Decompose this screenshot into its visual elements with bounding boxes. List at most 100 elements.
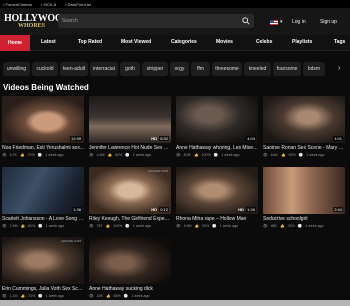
nav-item-latest[interactable]: Latest: [41, 39, 56, 45]
site-logo[interactable]: HOLLYWOOD WHORES: [4, 12, 70, 32]
video-rating: 92%: [288, 153, 296, 157]
video-title[interactable]: Scarlett Johansson - A Love Song for...: [2, 216, 84, 222]
clock-icon: 🕓: [125, 224, 130, 228]
top-link[interactable]: • DarkPornList: [65, 2, 91, 7]
video-thumbnail[interactable]: 12:39: [2, 96, 84, 143]
video-thumbnail[interactable]: 1:36: [2, 167, 84, 214]
video-rating: 100%: [113, 224, 123, 228]
eye-icon: 👁: [176, 224, 181, 228]
tag-chip[interactable]: teen-adult: [60, 62, 88, 76]
eye-icon: 👁: [89, 153, 94, 157]
video-title[interactable]: Jennifer Lawrence Hot Nude Sex Scenes: [89, 145, 171, 151]
us-flag-icon: [270, 19, 278, 25]
tag-chip[interactable]: ffm: [191, 62, 210, 76]
video-thumbnail[interactable]: HD 1:26: [176, 167, 258, 214]
tag-chip[interactable]: foursome: [273, 62, 301, 76]
video-age: 1 week ago: [131, 294, 150, 298]
video-card[interactable]: AZNUDE.COM Erin Cummings, Julia Voth Sex…: [2, 237, 84, 298]
video-duration: 8:32: [159, 136, 169, 141]
tag-chip[interactable]: orgy: [170, 62, 189, 76]
video-card[interactable]: 12:39 Noa Friedman, Esti Yerushalmi sex.…: [2, 96, 84, 157]
nav-item-movies[interactable]: Movies: [216, 39, 233, 45]
video-title[interactable]: Rhona Mitra rape – Hollow Man: [176, 216, 258, 222]
signup-link[interactable]: Sign up: [320, 19, 337, 25]
video-thumbnail[interactable]: 4:04: [176, 96, 258, 143]
video-duration: 4:04: [246, 136, 256, 141]
language-selector[interactable]: ▾: [270, 19, 283, 25]
footer-strip: [0, 300, 350, 306]
clock-icon: 🕓: [212, 224, 217, 228]
video-thumbnail[interactable]: HD 8:32: [89, 96, 171, 143]
clock-icon: 🕓: [298, 153, 304, 157]
tag-chip[interactable]: cuckold: [32, 62, 58, 76]
login-link[interactable]: Log in: [292, 19, 306, 25]
video-thumbnail[interactable]: 1:01: [263, 96, 345, 143]
tag-chip[interactable]: interracial: [90, 62, 118, 76]
video-title[interactable]: Erin Cummings, Julia Voth Sex Scene i...: [2, 286, 84, 292]
thumbnail-watermark: AZNUDE.COM: [147, 169, 168, 173]
video-card[interactable]: 1:01 Saoirse Ronan Sex Scene - Mary Quee…: [263, 96, 345, 157]
video-rating: 76%: [287, 224, 295, 228]
video-title[interactable]: Anne Hathaway sucking dick: [89, 286, 171, 292]
tag-chip[interactable]: unwilling: [3, 62, 30, 76]
video-title[interactable]: Riley Keough, The Girlfriend Experience: [89, 216, 171, 222]
video-meta: 👁 787 👍 100% 🕓 1 week ago: [89, 224, 171, 228]
video-card[interactable]: AZNUDE.COM HD 0:12 Riley Keough, The Gir…: [89, 167, 171, 228]
video-duration: 1:01: [333, 136, 343, 141]
nav-item-tags[interactable]: Tags: [334, 39, 345, 45]
video-title[interactable]: Anne Hathaway whoring, Les Miserables: [176, 145, 258, 151]
thumbs-up-icon: 👍: [20, 224, 26, 228]
video-age: 1 week ago: [45, 153, 64, 157]
top-link[interactable]: • SICK-8: [41, 2, 56, 7]
video-title[interactable]: Saoirse Ronan Sex Scene - Mary Queen...: [263, 145, 345, 151]
video-card[interactable]: Anne Hathaway sucking dick 👁 22K 👍 66% 🕓 1 …: [89, 237, 171, 298]
logo-subtext: WHORES: [18, 22, 46, 29]
video-thumbnail[interactable]: AZNUDE.COM: [2, 237, 84, 284]
search-input[interactable]: [62, 18, 232, 24]
video-meta: 👁 4.9M 👍 93% 🕓 1 week ago: [176, 224, 258, 228]
tag-chip[interactable]: stripper: [142, 62, 168, 76]
eye-icon: 👁: [89, 224, 94, 228]
video-rating: 93%: [202, 224, 210, 228]
chevron-down-icon: ▾: [280, 19, 283, 25]
video-age: 1 week ago: [306, 153, 325, 157]
nav-item-top-rated[interactable]: Top Rated: [78, 39, 102, 45]
video-age: 1 week ago: [132, 224, 152, 228]
video-views: 787: [96, 224, 103, 228]
tag-chip[interactable]: goth: [120, 62, 140, 76]
video-meta: 👁 1.9M 👍 81% 🕓 1 week ago: [2, 224, 84, 228]
video-views: 4.4M: [96, 153, 105, 157]
eye-icon: 👁: [263, 224, 268, 228]
video-thumbnail[interactable]: AZNUDE.COM HD 0:12: [89, 167, 171, 214]
top-links-bar: • ForcedCinema • SICK-8 • DarkPornList: [0, 0, 350, 8]
search-icon[interactable]: [242, 17, 250, 25]
site-header: HOLLYWOOD WHORES ▾ Log in Sign up: [0, 8, 350, 35]
nav-item-most-viewed[interactable]: Most Viewed: [121, 39, 151, 45]
tag-chip[interactable]: kneeled: [244, 62, 271, 76]
video-card[interactable]: 1:36 Scarlett Johansson - A Love Song fo…: [2, 167, 84, 228]
video-title[interactable]: Noa Friedman, Esti Yerushalmi sex...: [2, 145, 84, 151]
thumbs-up-icon: 👍: [193, 153, 199, 157]
video-card[interactable]: HD 8:32 Jennifer Lawrence Hot Nude Sex S…: [89, 96, 171, 157]
nav-item-categories[interactable]: Categories: [171, 39, 197, 45]
tag-chip[interactable]: threesome: [212, 62, 242, 76]
tag-chip[interactable]: bdsm: [303, 62, 325, 76]
video-meta: 👁 5.7K 👍 70% 🕓 1 week ago: [2, 153, 84, 157]
thumbs-up-icon: 👍: [105, 224, 111, 228]
video-card[interactable]: HD 1:26 Rhona Mitra rape – Hollow Man 👁 4…: [176, 167, 258, 228]
video-thumbnail[interactable]: [89, 237, 171, 284]
nav-item-playlists[interactable]: Playlists: [292, 39, 312, 45]
main-nav: Home Latest Top Rated Most Viewed Catego…: [0, 35, 350, 51]
video-views: 8.6K: [270, 153, 278, 157]
video-title[interactable]: Seductive schoolgirl: [263, 216, 345, 222]
chevron-right-icon[interactable]: ›: [338, 65, 340, 72]
video-card[interactable]: 4:04 Anne Hathaway whoring, Les Miserabl…: [176, 96, 258, 157]
top-link[interactable]: • ForcedCinema: [3, 2, 32, 7]
video-thumbnail[interactable]: 2:44: [263, 167, 345, 214]
nav-item-home[interactable]: Home: [0, 35, 30, 51]
video-card[interactable]: 2:44 Seductive schoolgirl 👁 48K 👍 76% 🕓 1 w…: [263, 167, 345, 228]
video-meta: 👁 22K 👍 66% 🕓 1 week ago: [89, 294, 171, 298]
nav-item-celebs[interactable]: Celebs: [256, 39, 272, 45]
tag-strip: unwilling cuckold teen-adult interracial…: [0, 62, 350, 76]
video-meta: 👁 4.4M 👍 82% 🕓 1 week ago: [89, 153, 171, 157]
